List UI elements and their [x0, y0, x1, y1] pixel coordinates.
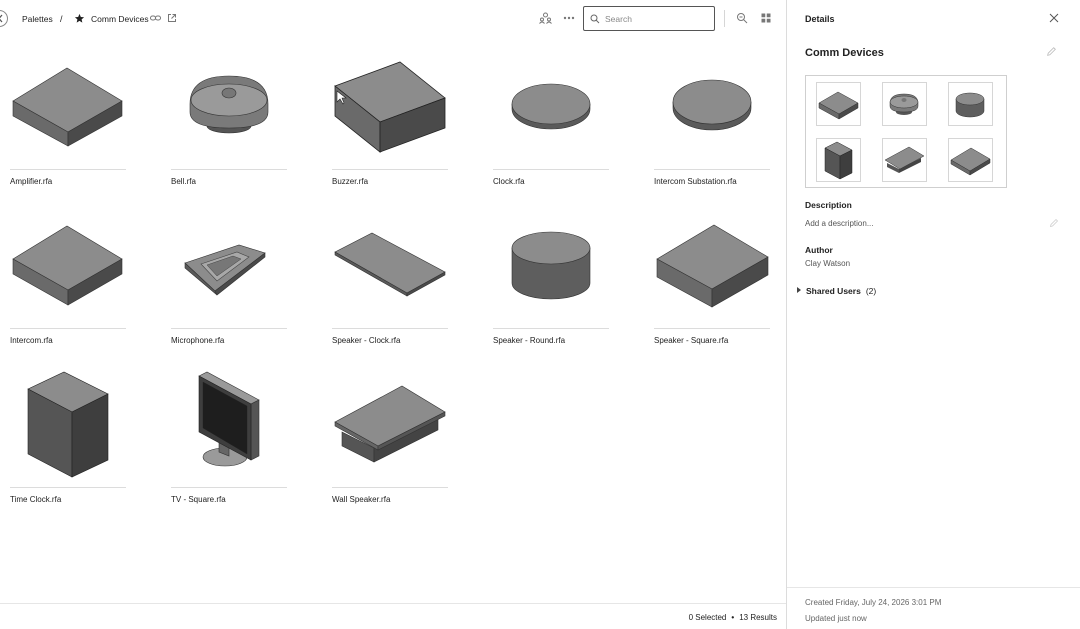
palette-name: Comm Devices [805, 47, 884, 59]
family-card-microphone[interactable]: Microphone.rfa [171, 205, 289, 355]
preview-amplifier-icon [816, 82, 861, 126]
preview-round-icon [948, 82, 993, 126]
updated-timestamp: Updated just now [805, 614, 867, 623]
more-options-icon[interactable] [563, 13, 575, 23]
clock-model-icon [493, 46, 611, 164]
family-card-wall-speaker[interactable]: Wall Speaker.rfa [332, 364, 450, 514]
caret-right-icon [797, 287, 801, 293]
family-card-bell[interactable]: Bell.rfa [171, 46, 289, 196]
preview-time-clock-icon [816, 138, 861, 182]
speaker-clock-model-icon [332, 205, 450, 323]
shared-users-count: (2) [865, 286, 877, 296]
speaker-square-model-icon [654, 205, 772, 323]
buzzer-model-icon [332, 46, 450, 164]
edit-name-pencil-icon[interactable] [1046, 46, 1057, 57]
family-name: Intercom.rfa [10, 336, 53, 345]
shared-users-toggle[interactable]: Shared Users (2) [797, 286, 876, 296]
amplifier-model-icon [10, 46, 128, 164]
family-name: Microphone.rfa [171, 336, 225, 345]
family-card-speaker-clock[interactable]: Speaker - Clock.rfa [332, 205, 450, 355]
preview-wall-speaker-icon [882, 138, 927, 182]
breadcrumb-palettes[interactable]: Palettes [22, 14, 53, 24]
description-field[interactable]: Add a description... [805, 219, 873, 228]
family-name: TV - Square.rfa [171, 495, 226, 504]
family-card-amplifier[interactable]: Amplifier.rfa [10, 46, 128, 196]
search-input[interactable] [605, 11, 710, 26]
family-card-speaker-round[interactable]: Speaker - Round.rfa [493, 205, 611, 355]
palette-preview [805, 75, 1007, 188]
family-card-time-clock[interactable]: Time Clock.rfa [10, 364, 128, 514]
family-name: Amplifier.rfa [10, 177, 53, 186]
family-name: Speaker - Square.rfa [654, 336, 729, 345]
star-icon[interactable] [74, 13, 85, 24]
breadcrumb-current: Comm Devices [91, 14, 149, 24]
status-bar: 0 Selected • 13 Results [0, 603, 786, 629]
back-button[interactable] [0, 10, 8, 27]
breadcrumb-separator: / [60, 14, 63, 24]
speaker-round-model-icon [493, 205, 611, 323]
details-footer: Created Friday, July 24, 2026 3:01 PM Up… [787, 587, 1080, 629]
results-count: 13 Results [739, 613, 777, 622]
family-name: Speaker - Round.rfa [493, 336, 566, 345]
toolbar: Palettes / Comm Devices [0, 0, 786, 38]
link-icon[interactable] [150, 14, 161, 22]
family-name: Speaker - Clock.rfa [332, 336, 401, 345]
panel-title: Details [805, 14, 835, 24]
author-name: Clay Watson [805, 259, 851, 268]
preview-speaker-square-icon [948, 138, 993, 182]
preview-bell-icon [882, 82, 927, 126]
bell-model-icon [171, 46, 289, 164]
tv-model-icon [171, 364, 289, 482]
grid-view-icon[interactable] [761, 13, 771, 23]
microphone-model-icon [171, 205, 289, 323]
intercom-substation-model-icon [654, 46, 772, 164]
search-field[interactable] [583, 6, 715, 31]
author-label: Author [805, 245, 833, 255]
share-users-icon[interactable] [539, 12, 552, 24]
family-card-intercom-substation[interactable]: Intercom Substation.rfa [654, 46, 772, 196]
family-card-tv-square[interactable]: TV - Square.rfa [171, 364, 289, 514]
created-timestamp: Created Friday, July 24, 2026 3:01 PM [805, 598, 942, 607]
shared-users-label: Shared Users [806, 286, 861, 296]
toolbar-divider [724, 10, 725, 27]
details-panel: Details Comm Devices Description Add a d… [786, 0, 1080, 629]
family-name: Wall Speaker.rfa [332, 495, 391, 504]
open-external-icon[interactable] [167, 13, 177, 23]
edit-description-pencil-icon[interactable] [1049, 218, 1059, 228]
family-card-intercom[interactable]: Intercom.rfa [10, 205, 128, 355]
search-icon [590, 14, 600, 24]
close-icon[interactable] [1049, 13, 1059, 23]
family-name: Intercom Substation.rfa [654, 177, 737, 186]
family-card-clock[interactable]: Clock.rfa [493, 46, 611, 196]
family-name: Buzzer.rfa [332, 177, 369, 186]
selected-count: 0 Selected [688, 613, 727, 622]
chevron-left-icon [0, 14, 3, 23]
separator-dot: • [731, 613, 735, 622]
wall-speaker-model-icon [332, 364, 450, 482]
intercom-model-icon [10, 205, 128, 323]
family-name: Bell.rfa [171, 177, 196, 186]
selection-summary: 0 Selected • 13 Results [689, 613, 777, 622]
content-area: Palettes / Comm Devices Amplifier.rfa [0, 0, 786, 629]
description-label: Description [805, 200, 852, 210]
family-name: Time Clock.rfa [10, 495, 62, 504]
family-card-speaker-square[interactable]: Speaker - Square.rfa [654, 205, 772, 355]
family-name: Clock.rfa [493, 177, 525, 186]
zoom-icon[interactable] [736, 12, 748, 24]
family-card-buzzer[interactable]: Buzzer.rfa [332, 46, 450, 196]
time-clock-model-icon [10, 364, 128, 482]
